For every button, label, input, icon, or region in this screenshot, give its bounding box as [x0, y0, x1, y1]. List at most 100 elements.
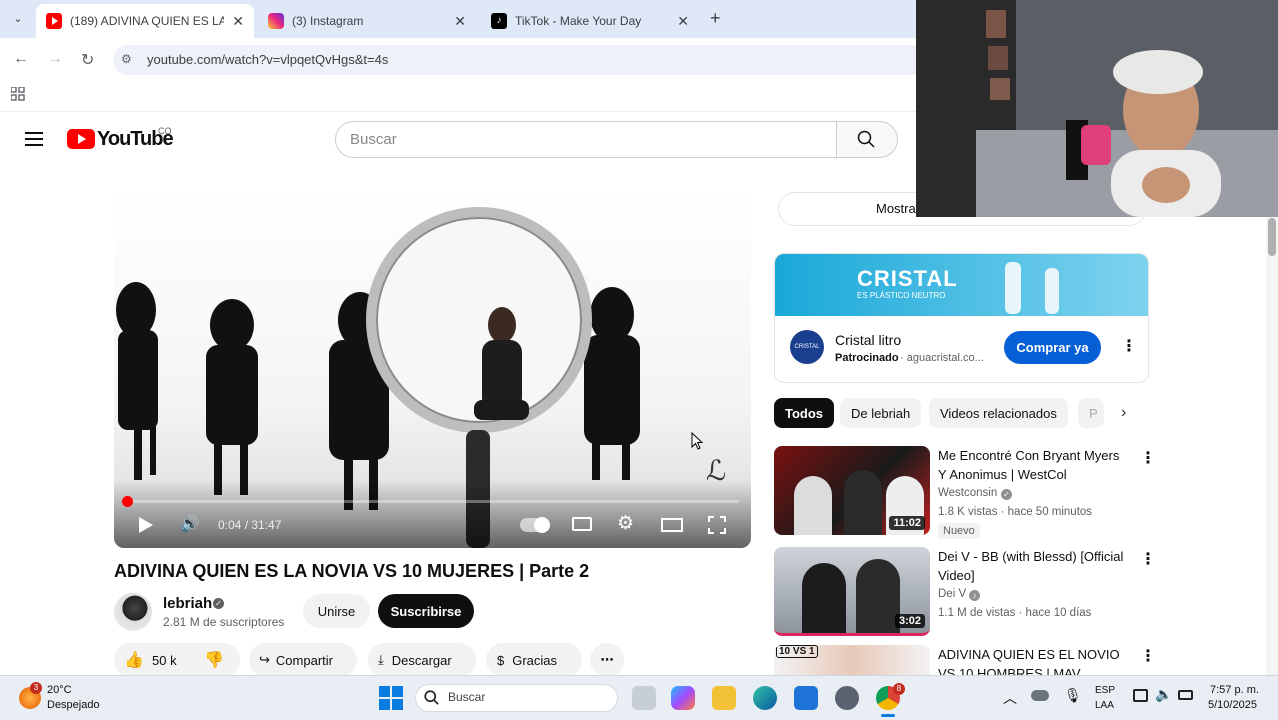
close-icon[interactable]: ✕	[454, 13, 466, 30]
like-button[interactable]: 👍	[124, 650, 144, 670]
volume-icon[interactable]: 🔊	[180, 514, 200, 534]
rec-channel[interactable]: Dei V	[938, 588, 966, 600]
download-button[interactable]: ⤓ Descargar	[368, 643, 476, 677]
share-button[interactable]: ↪ Compartir	[249, 643, 357, 677]
language-bottom[interactable]: LAA	[1095, 700, 1114, 711]
microphone-icon[interactable]: 🎙	[1064, 687, 1082, 704]
clock-date[interactable]: 5/10/2025	[1208, 699, 1257, 711]
cloud-icon[interactable]	[1031, 690, 1049, 701]
back-button[interactable]: ←	[13, 50, 29, 68]
ad-more-icon[interactable]: ⋮	[1121, 336, 1137, 356]
chip-all[interactable]: Todos	[774, 398, 835, 428]
channel-avatar[interactable]	[114, 593, 152, 631]
rec-more-icon[interactable]: ⋮	[1140, 646, 1156, 666]
edge-icon[interactable]	[753, 686, 777, 710]
settings-gear-icon[interactable]: ⚙	[617, 512, 634, 535]
hamburger-menu-icon[interactable]	[24, 131, 44, 147]
windows-start-icon[interactable]	[379, 686, 403, 710]
rec-title[interactable]: ADIVINA QUIEN ES EL NOVIO VS 10 HOMBRES …	[938, 645, 1128, 675]
verified-icon: ♪	[969, 590, 980, 601]
subtitles-icon[interactable]	[572, 517, 592, 531]
webcam-frame	[916, 0, 1278, 217]
fullscreen-icon[interactable]	[708, 516, 726, 534]
taskbar-search[interactable]	[415, 684, 618, 712]
youtube-logo-icon[interactable]	[67, 129, 95, 149]
clock-time[interactable]: 7:57 p. m.	[1210, 684, 1259, 696]
reload-button[interactable]: ↻	[81, 50, 94, 70]
rec-channel[interactable]: Westconsin	[938, 487, 997, 499]
rec-title[interactable]: Me Encontré Con Bryant Myers Y Anonimus …	[938, 446, 1128, 484]
channel-name[interactable]: lebriah	[163, 595, 212, 612]
tab-title: TikTok - Make Your Day	[515, 14, 642, 28]
youtube-icon	[46, 13, 62, 29]
close-icon[interactable]: ✕	[232, 13, 244, 30]
video-time: 0:04 / 31:47	[218, 518, 282, 532]
video-player[interactable]: ℒ 🔊 0:04 / 31:47 ⚙	[114, 190, 751, 548]
settings-gear-icon[interactable]	[835, 686, 859, 710]
file-explorer-icon[interactable]	[712, 686, 736, 710]
tab-youtube[interactable]: (189) ADIVINA QUIEN ES LA NO ✕	[36, 4, 254, 38]
ad-title[interactable]: Cristal litro	[835, 332, 901, 348]
rec-title[interactable]: Dei V - BB (with Blessd) [Official Video…	[938, 547, 1128, 585]
chevron-up-icon[interactable]: ︿	[1003, 688, 1017, 708]
dislike-button[interactable]: 👎	[204, 650, 224, 670]
download-label: Descargar	[391, 652, 452, 668]
rec-thumbnail[interactable]: 10 VS 1	[774, 645, 930, 675]
more-actions-button[interactable]: ⋯	[590, 643, 624, 677]
rec-meta: 1.8 K vistas · hace 50 minutos	[938, 506, 1093, 518]
volume-icon[interactable]: 🔈	[1155, 686, 1172, 703]
store-icon[interactable]	[794, 686, 818, 710]
rec-thumbnail[interactable]: 3:02	[774, 547, 930, 636]
country-code: CO	[158, 126, 172, 136]
join-button[interactable]: Unirse	[303, 594, 370, 628]
new-tab-button[interactable]: +	[710, 8, 721, 29]
thanks-icon: $	[497, 652, 505, 668]
webcam-overlay	[916, 0, 1278, 217]
close-icon[interactable]: ✕	[677, 13, 689, 30]
tab-tiktok[interactable]: ♪ TikTok - Make Your Day ✕	[481, 4, 699, 38]
subscribe-label: Suscribirse	[390, 603, 462, 619]
ad-banner-text: CRISTAL	[857, 266, 958, 291]
share-label: Compartir	[275, 652, 333, 668]
thanks-label: Gracias	[512, 652, 558, 668]
chip-related[interactable]: Videos relacionados	[929, 398, 1068, 428]
search-input[interactable]	[335, 121, 837, 158]
ad-card[interactable]: CRISTAL ES PLÁSTICO NEUTRO CRISTAL Crist…	[774, 253, 1149, 383]
play-button[interactable]	[139, 517, 153, 533]
subscribe-button[interactable]: Suscribirse	[378, 594, 474, 628]
network-icon[interactable]	[1133, 689, 1148, 702]
weather-temp[interactable]: 20°C	[47, 684, 72, 696]
ad-banner-subtext: ES PLÁSTICO NEUTRO	[857, 291, 946, 300]
new-badge-label: Nuevo	[943, 525, 975, 537]
scrollbar-track[interactable]	[1266, 215, 1278, 675]
copilot-icon[interactable]	[671, 686, 695, 710]
ad-logo[interactable]: CRISTAL	[790, 330, 824, 364]
subscriber-count: 2.81 M de suscriptores	[163, 615, 285, 629]
ad-banner[interactable]: CRISTAL ES PLÁSTICO NEUTRO	[775, 254, 1148, 316]
site-info-icon[interactable]: ⚙	[121, 52, 132, 66]
rec-thumbnail[interactable]: 11:02	[774, 446, 930, 535]
player-gradient	[114, 480, 751, 548]
theater-mode-icon[interactable]	[661, 518, 683, 532]
progress-bar[interactable]	[122, 496, 739, 507]
new-badge: Nuevo	[938, 523, 980, 539]
battery-icon[interactable]	[1178, 690, 1193, 700]
apps-grid-icon[interactable]	[11, 87, 25, 101]
ad-cta-button[interactable]: Comprar ya	[1004, 331, 1101, 364]
weather-desc[interactable]: Despejado	[47, 699, 100, 711]
weather-badge: 3	[30, 682, 42, 694]
task-view-icon[interactable]	[632, 686, 656, 710]
chevron-right-icon[interactable]: ›	[1121, 404, 1126, 422]
language-top[interactable]: ESP	[1095, 685, 1115, 696]
tab-search-button[interactable]: ⌄	[8, 9, 28, 29]
autoplay-toggle[interactable]	[520, 517, 550, 533]
rec-more-icon[interactable]: ⋮	[1140, 549, 1156, 569]
chip-partial[interactable]: P	[1078, 398, 1104, 428]
tab-instagram[interactable]: (3) Instagram ✕	[258, 4, 476, 38]
rec-more-icon[interactable]: ⋮	[1140, 448, 1156, 468]
forward-button[interactable]: →	[47, 50, 63, 68]
thanks-button[interactable]: $ Gracias	[486, 643, 582, 677]
chip-from-channel[interactable]: De lebriah	[840, 398, 922, 428]
chrome-active-indicator	[881, 714, 895, 717]
scrollbar-thumb[interactable]	[1268, 218, 1276, 256]
